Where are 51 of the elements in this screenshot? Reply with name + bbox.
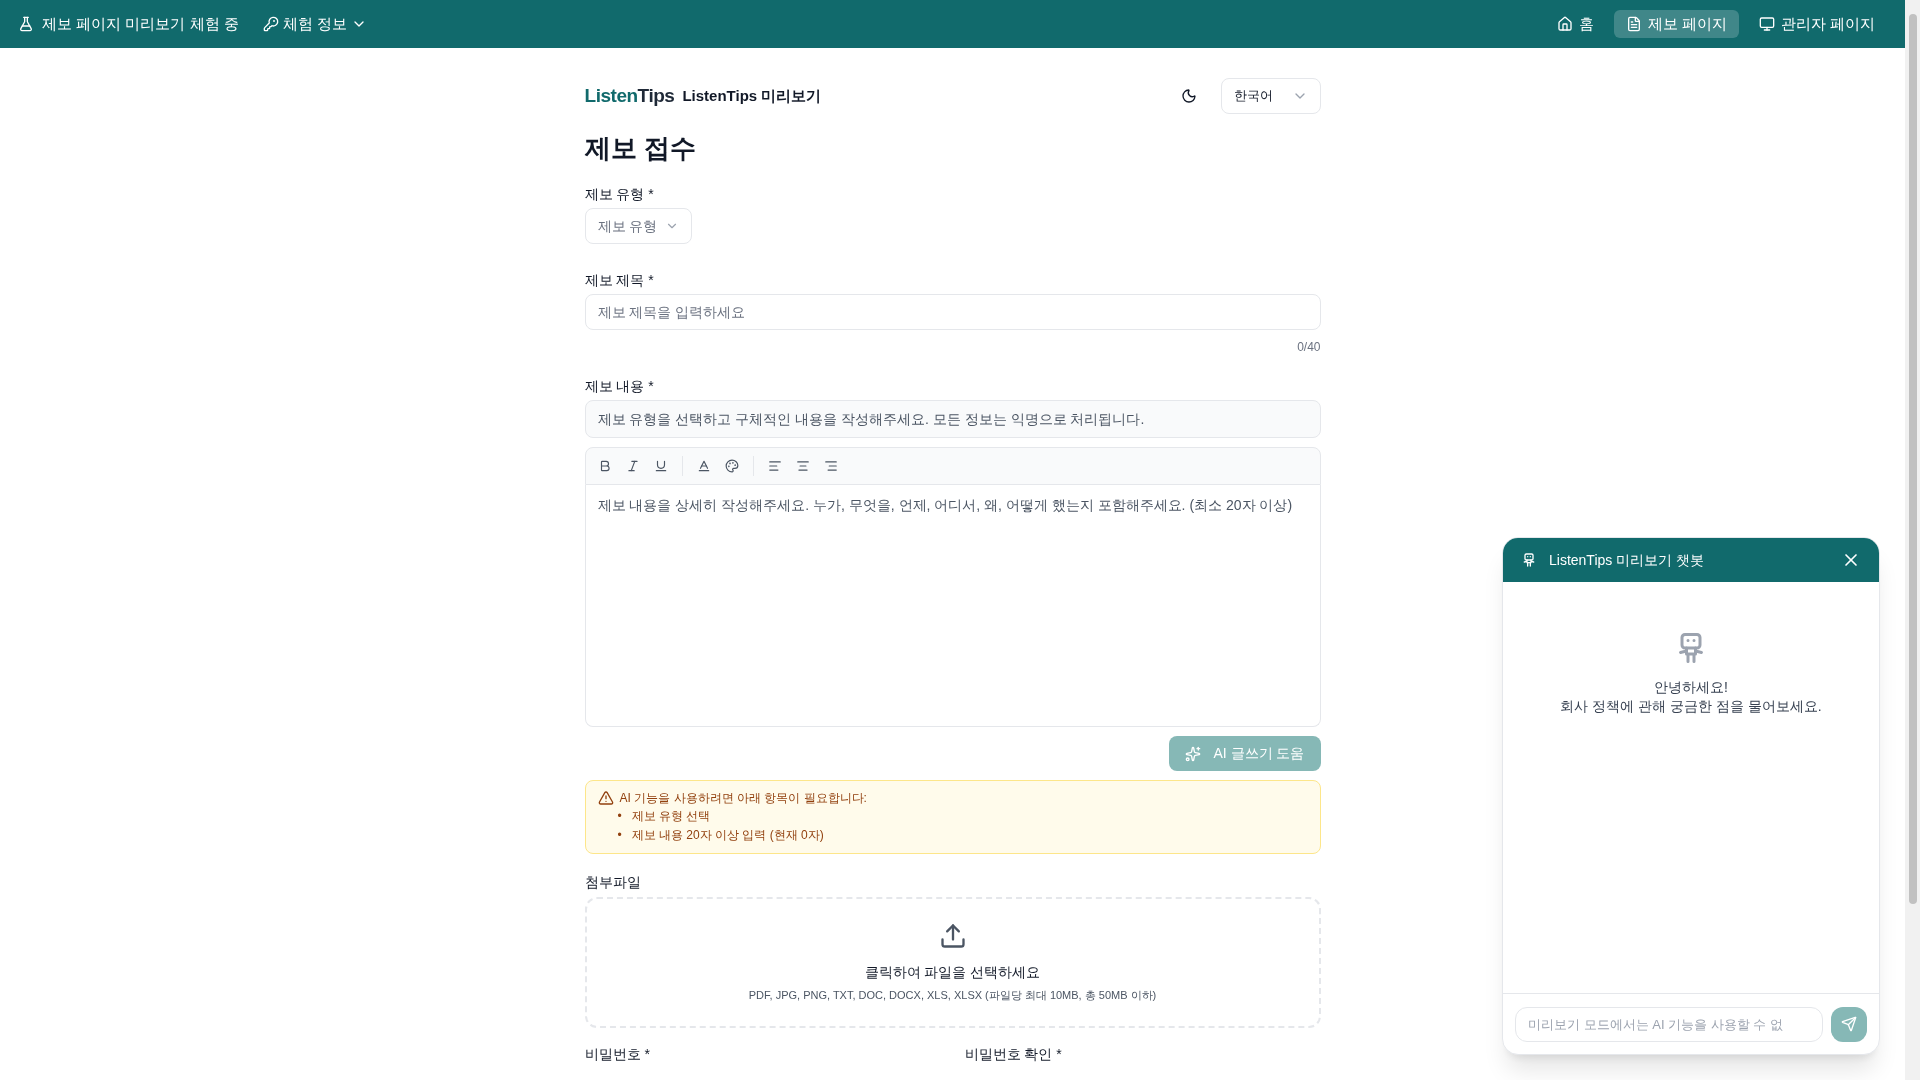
nav-link[interactable]: 홈: [1544, 10, 1606, 38]
field-label: 제보 내용 *: [584, 377, 655, 396]
warning-item: 제보 유형 선택: [631, 808, 711, 825]
app-subtitle: ListenTips 미리보기: [682, 85, 822, 106]
key-icon: [262, 16, 279, 32]
palette-icon[interactable]: [724, 459, 739, 473]
bullet: •: [617, 827, 622, 844]
field-label: 제보 유형 *: [584, 185, 655, 204]
field-label: 제보 제목 *: [584, 271, 655, 290]
greeting-text: 회사 정책에 관해 궁금한 점을 물어보세요.: [1560, 697, 1822, 716]
warning-item: 제보 내용 20자 이상 입력 (현재 0자): [631, 827, 824, 844]
dark-mode-icon[interactable]: [1180, 88, 1197, 104]
type-select[interactable]: 제보 유형: [584, 208, 693, 244]
flask-icon: [18, 16, 34, 32]
bullet: •: [617, 808, 622, 825]
field-label: 첨부파일: [584, 873, 642, 892]
nav-link[interactable]: 제보 페이지: [1613, 10, 1739, 38]
robot-icon: [1521, 552, 1537, 568]
send-icon: [1841, 1016, 1857, 1032]
scrollbar[interactable]: [1905, 0, 1920, 1080]
field-label: 비밀번호 *: [584, 1045, 651, 1064]
warning-icon: [597, 790, 614, 806]
underline-icon[interactable]: [653, 459, 668, 473]
info-menu-button[interactable]: 체험 정보: [262, 12, 367, 36]
field-label: 비밀번호 확인 *: [964, 1045, 1063, 1064]
dropzone-hint: PDF, JPG, PNG, TXT, DOC, DOCX, XLS, XLSX (파일당 최대 10MB, 총 50MB 이하): [748, 987, 1157, 1003]
home-icon: [1556, 16, 1573, 32]
dropzone-prompt: 클릭하여 파일을 선택하세요: [864, 962, 1041, 982]
content-textarea[interactable]: 제보 내용을 상세히 작성해주세요. 누가, 무엇을, 언제, 어디서, 왜, 어떻게 했는지 포함해주세요. (최소 20자 이상): [584, 485, 1321, 727]
file-dropzone[interactable]: 클릭하여 파일을 선택하세요 PDF, JPG, PNG, TXT, DOC, DOCX, XLS, XLSX (파일당 최대 10MB, 총 50MB 이하): [584, 897, 1321, 1028]
nav-link[interactable]: 관리자 페이지: [1746, 10, 1887, 38]
document-icon: [1625, 16, 1642, 32]
language-select[interactable]: 한국어: [1220, 78, 1321, 114]
align-center-icon[interactable]: [795, 459, 810, 473]
align-right-icon[interactable]: [823, 459, 838, 473]
chatbot-title: ListenTips 미리보기 챗봇: [1549, 550, 1705, 570]
chat-input[interactable]: 미리보기 모드에서는 AI 기능을 사용할 수 없: [1515, 1006, 1823, 1042]
text-color-icon[interactable]: [696, 459, 711, 473]
upload-icon: [938, 921, 967, 950]
character-counter: 0/40: [1297, 339, 1321, 356]
greeting-text: 안녕하세요!: [1654, 678, 1728, 697]
align-left-icon[interactable]: [767, 459, 782, 473]
field-description: 제보 유형을 선택하고 구체적인 내용을 작성해주세요. 모든 정보는 익명으로 처리됩니다.: [584, 400, 1321, 438]
title-input[interactable]: 제보 제목을 입력하세요: [584, 294, 1321, 330]
preview-badge-text: 제보 페이지 미리보기 체험 중: [42, 13, 239, 34]
logo: ListenTips: [584, 83, 675, 108]
page-title: 제보 접수: [584, 132, 697, 165]
sparkles-icon: [1185, 745, 1202, 762]
warning-message: AI 기능을 사용하려면 아래 항목이 필요합니다:: [619, 790, 867, 807]
italic-icon[interactable]: [625, 459, 640, 473]
monitor-icon: [1758, 16, 1775, 32]
